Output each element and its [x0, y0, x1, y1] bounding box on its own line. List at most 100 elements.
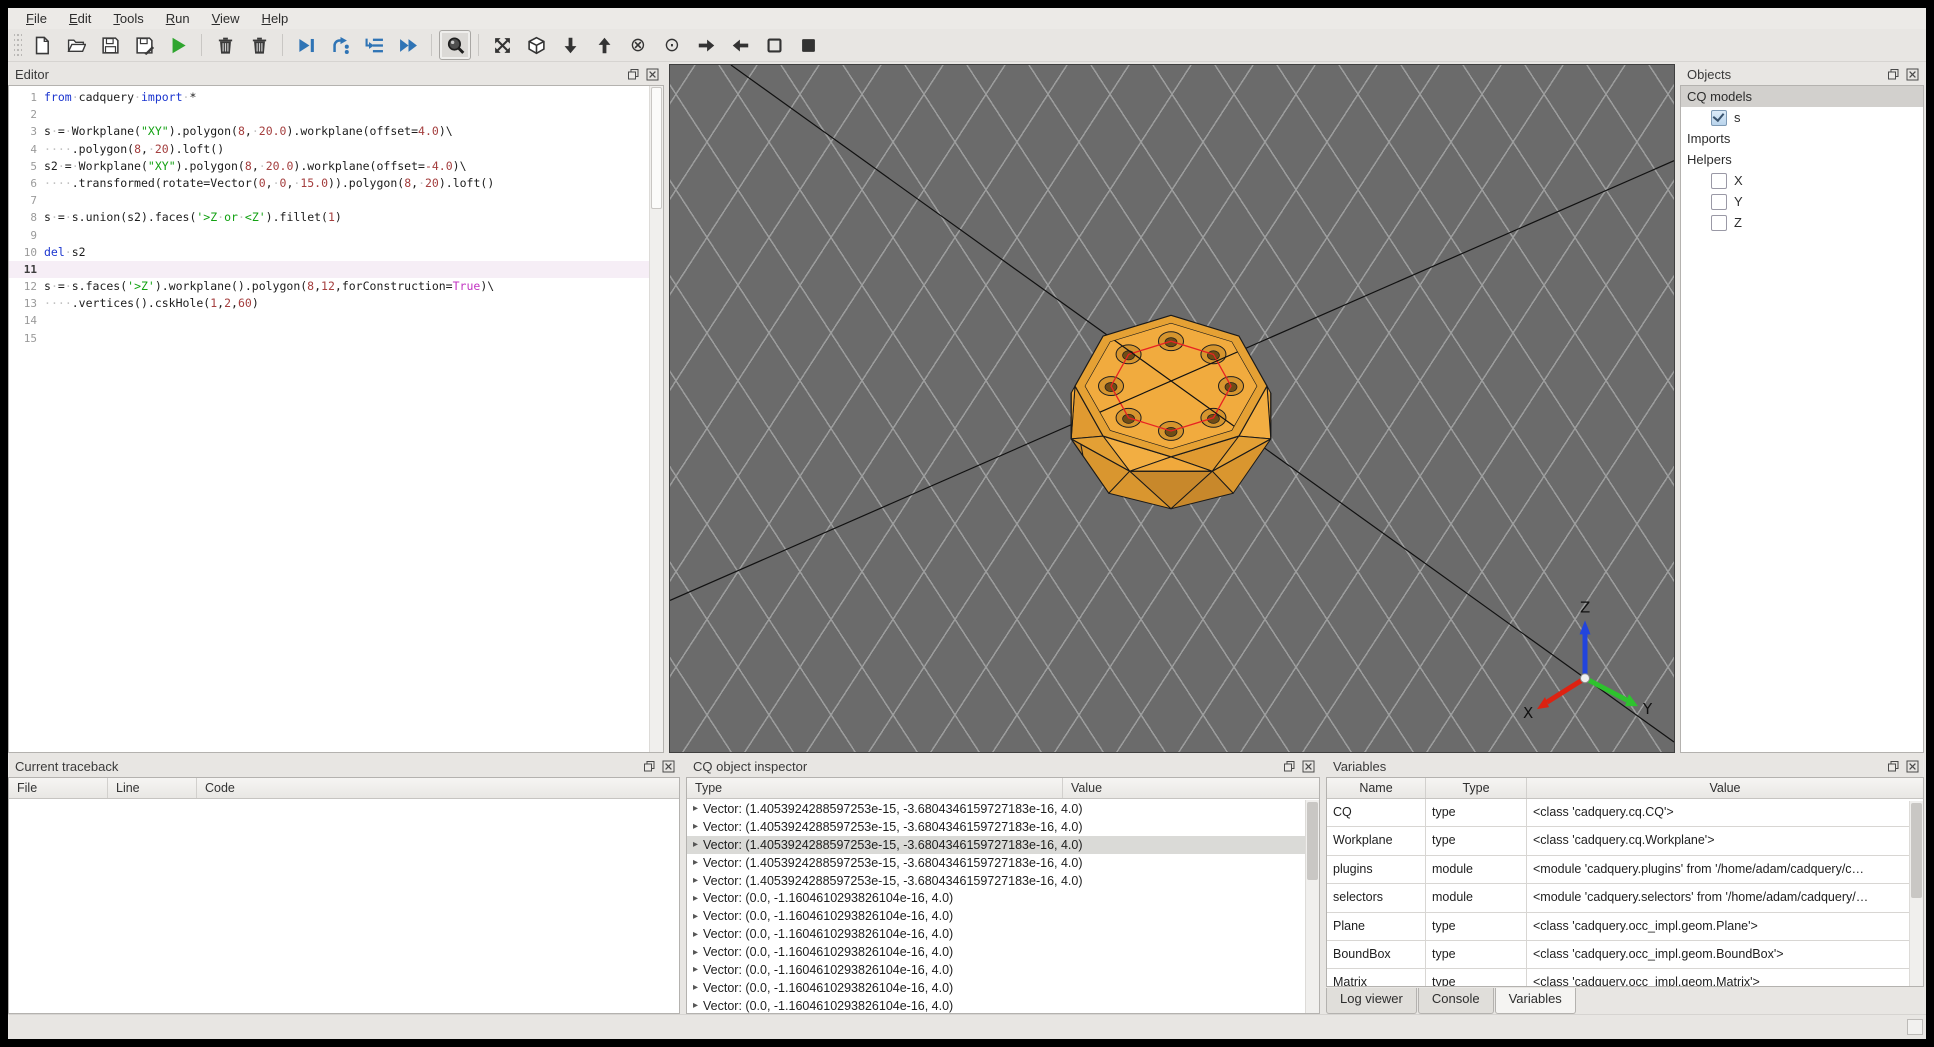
- screenshot-button[interactable]: [439, 30, 471, 60]
- inspector-row[interactable]: ▸ Vector: (0.0, -1.1604610293826104e-16, …: [687, 907, 1306, 925]
- expand-triangle-icon[interactable]: ▸: [693, 839, 698, 850]
- inspector-row[interactable]: ▸ Vector: (0.0, -1.1604610293826104e-16, …: [687, 997, 1306, 1013]
- checkbox-s[interactable]: [1711, 109, 1727, 126]
- step-in-button[interactable]: [358, 30, 390, 60]
- inspector-row[interactable]: ▸ Vector: (0.0, -1.1604610293826104e-16, …: [687, 889, 1306, 907]
- traceback-col-code[interactable]: Code: [197, 778, 679, 798]
- close-panel-button[interactable]: [661, 759, 676, 774]
- code-line-10[interactable]: 10 del·s2: [9, 244, 663, 261]
- close-panel-button[interactable]: [1301, 759, 1316, 774]
- expand-triangle-icon[interactable]: ▸: [693, 803, 698, 814]
- inspector-col-value[interactable]: Value: [1063, 778, 1319, 798]
- step-button[interactable]: [324, 30, 356, 60]
- code-line-2[interactable]: 2: [9, 106, 663, 123]
- view-circled-cross-button[interactable]: ⊗: [622, 30, 654, 60]
- variable-row[interactable]: selectors module <module 'cadquery.selecto…: [1327, 884, 1923, 913]
- float-panel-button[interactable]: [1886, 759, 1901, 774]
- viewport-3d[interactable]: X Y Z: [669, 64, 1675, 753]
- variable-row[interactable]: plugins module <module 'cadquery.plugins' …: [1327, 855, 1923, 885]
- iso-view-button[interactable]: [520, 30, 552, 60]
- new-file-button[interactable]: [26, 30, 58, 60]
- float-panel-button[interactable]: [1886, 67, 1901, 82]
- inspector-row[interactable]: ▸ Vector: (1.4053924288597253e-15, -3.680…: [687, 854, 1306, 872]
- code-line-12[interactable]: 12 s·=·s.faces('>Z').workplane().polygon(…: [9, 278, 663, 295]
- code-editor[interactable]: 1 from·cadquery·import·* 2 3 s·=·Workplane("…: [8, 85, 664, 753]
- code-line-5[interactable]: 5 s2·=·Workplane("XY").polygon(8,·20.0).w…: [9, 158, 663, 175]
- variables-col-value[interactable]: Value: [1527, 778, 1923, 798]
- expand-triangle-icon[interactable]: ▸: [693, 893, 698, 904]
- code-line-13[interactable]: 13 ····.vertices().cskHole(1,2,60): [9, 295, 663, 312]
- expand-triangle-icon[interactable]: ▸: [693, 875, 698, 886]
- inspector-row[interactable]: ▸ Vector: (0.0, -1.1604610293826104e-16, …: [687, 979, 1306, 997]
- tab-variables[interactable]: Variables: [1494, 988, 1576, 1014]
- variable-row[interactable]: Matrix type <class 'cadquery.occ_impl.geom…: [1327, 969, 1923, 986]
- view-up-button[interactable]: [588, 30, 620, 60]
- objects-group-helpers[interactable]: Helpers: [1681, 149, 1923, 170]
- inspector-row[interactable]: ▸ Vector: (0.0, -1.1604610293826104e-16, …: [687, 943, 1306, 961]
- code-line-4[interactable]: 4 ····.polygon(8,·20).loft(): [9, 141, 663, 158]
- code-line-3[interactable]: 3 s·=·Workplane("XY").polygon(8,·20.0).wo…: [9, 123, 663, 140]
- objects-item-y[interactable]: Y: [1681, 191, 1923, 212]
- view-left-button[interactable]: [724, 30, 756, 60]
- variables-col-name[interactable]: Name: [1327, 778, 1426, 798]
- view-square-button[interactable]: [758, 30, 790, 60]
- variables-col-type[interactable]: Type: [1426, 778, 1527, 798]
- expand-triangle-icon[interactable]: ▸: [693, 929, 698, 940]
- inspector-scrollbar[interactable]: [1305, 800, 1319, 1013]
- float-panel-button[interactable]: [626, 67, 641, 82]
- code-line-7[interactable]: 7: [9, 192, 663, 209]
- view-right-button[interactable]: [690, 30, 722, 60]
- objects-item-z[interactable]: Z: [1681, 212, 1923, 233]
- traceback-col-file[interactable]: File: [9, 778, 108, 798]
- toolbar-drag-handle[interactable]: [14, 34, 22, 56]
- editor-scrollbar-thumb[interactable]: [651, 87, 662, 209]
- tab-log-viewer[interactable]: Log viewer: [1326, 988, 1417, 1014]
- menu-help[interactable]: Help: [252, 9, 299, 28]
- close-panel-button[interactable]: [1905, 759, 1920, 774]
- menu-file[interactable]: File: [16, 9, 57, 28]
- objects-item-s[interactable]: s: [1681, 107, 1923, 128]
- fit-view-button[interactable]: [486, 30, 518, 60]
- tab-console[interactable]: Console: [1417, 988, 1494, 1014]
- traceback-col-line[interactable]: Line: [108, 778, 197, 798]
- checkbox-z[interactable]: [1711, 214, 1727, 231]
- expand-triangle-icon[interactable]: ▸: [693, 911, 698, 922]
- menu-view[interactable]: View: [202, 9, 250, 28]
- code-line-8[interactable]: 8 s·=·s.union(s2).faces('>Z·or·<Z').fille…: [9, 209, 663, 226]
- menu-tools[interactable]: Tools: [103, 9, 153, 28]
- variable-row[interactable]: Workplane type <class 'cadquery.cq.Workpla…: [1327, 827, 1923, 856]
- variable-row[interactable]: BoundBox type <class 'cadquery.occ_impl.ge…: [1327, 940, 1923, 970]
- view-down-button[interactable]: [554, 30, 586, 60]
- close-panel-button[interactable]: [645, 67, 660, 82]
- code-line-14[interactable]: 14: [9, 312, 663, 329]
- objects-group-imports[interactable]: Imports: [1681, 128, 1923, 149]
- open-folder-button[interactable]: [60, 30, 92, 60]
- expand-triangle-icon[interactable]: ▸: [693, 857, 698, 868]
- expand-triangle-icon[interactable]: ▸: [693, 947, 698, 958]
- code-line-15[interactable]: 15: [9, 330, 663, 347]
- checkbox-x[interactable]: [1711, 172, 1727, 189]
- close-panel-button[interactable]: [1905, 67, 1920, 82]
- view-circled-dot-button[interactable]: ⊙: [656, 30, 688, 60]
- expand-triangle-icon[interactable]: ▸: [693, 1000, 698, 1011]
- delete-all-button[interactable]: [243, 30, 275, 60]
- code-line-11[interactable]: 11: [9, 260, 663, 279]
- variable-row[interactable]: Plane type <class 'cadquery.occ_impl.geom.…: [1327, 912, 1923, 941]
- menu-run[interactable]: Run: [156, 9, 200, 28]
- resize-grip[interactable]: [1907, 1019, 1923, 1035]
- save-as-button[interactable]: [128, 30, 160, 60]
- objects-group-cq-models[interactable]: CQ models: [1681, 86, 1923, 107]
- inspector-row[interactable]: ▸ Vector: (1.4053924288597253e-15, -3.680…: [687, 872, 1306, 890]
- save-button[interactable]: [94, 30, 126, 60]
- variables-scrollbar-thumb[interactable]: [1911, 803, 1922, 898]
- expand-triangle-icon[interactable]: ▸: [693, 821, 698, 832]
- inspector-row[interactable]: ▸ Vector: (0.0, -1.1604610293826104e-16, …: [687, 961, 1306, 979]
- menu-edit[interactable]: Edit: [59, 9, 101, 28]
- float-panel-button[interactable]: [642, 759, 657, 774]
- code-line-6[interactable]: 6 ····.transformed(rotate=Vector(0,·0,·15…: [9, 175, 663, 192]
- inspector-row[interactable]: ▸ Vector: (1.4053924288597253e-15, -3.680…: [687, 835, 1306, 854]
- expand-triangle-icon[interactable]: ▸: [693, 964, 698, 975]
- delete-button[interactable]: [209, 30, 241, 60]
- checkbox-y[interactable]: [1711, 193, 1727, 210]
- inspector-col-type[interactable]: Type: [687, 778, 1063, 798]
